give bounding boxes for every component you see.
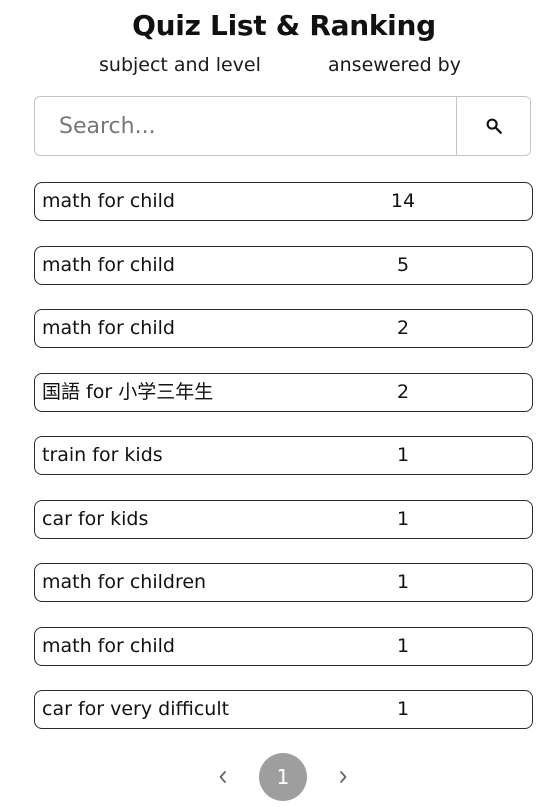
quiz-row[interactable]: math for child 1 <box>34 626 533 666</box>
quiz-subject: car for kids <box>42 507 149 530</box>
chevron-right-icon <box>340 771 347 783</box>
quiz-row[interactable]: car for very difficult 1 <box>34 690 533 729</box>
quiz-row[interactable]: math for child 5 <box>34 245 533 285</box>
search-button[interactable] <box>456 97 530 155</box>
quiz-answer-count: 1 <box>396 571 410 593</box>
quiz-subject: car for very difficult <box>42 698 230 720</box>
search-icon <box>486 118 502 134</box>
column-header-answered-by: ansewered by <box>328 54 461 76</box>
quiz-subject: math for child <box>42 634 175 657</box>
chevron-left-icon <box>219 771 226 783</box>
quiz-row[interactable]: car for kids 1 <box>34 499 533 539</box>
quiz-row[interactable]: math for child 14 <box>34 182 533 221</box>
quiz-answer-count: 1 <box>396 634 410 657</box>
search-input[interactable] <box>35 97 456 155</box>
quiz-answer-count: 1 <box>396 444 410 466</box>
quiz-subject: 国語 for 小学三年生 <box>42 380 214 403</box>
quiz-row[interactable]: math for child 2 <box>34 309 533 348</box>
previous-page-button[interactable] <box>208 752 238 802</box>
quiz-list: math for child 14 math for child 5 math … <box>34 182 533 754</box>
page-1-button[interactable]: 1 <box>259 753 307 801</box>
quiz-answer-count: 2 <box>396 380 410 403</box>
page-title: Quiz List & Ranking <box>132 9 436 42</box>
quiz-answer-count: 1 <box>396 698 410 720</box>
search-box <box>34 96 531 156</box>
quiz-answer-count: 14 <box>390 190 416 212</box>
pagination: 1 <box>0 752 548 802</box>
quiz-answer-count: 1 <box>396 507 410 530</box>
quiz-row[interactable]: train for kids 1 <box>34 436 533 475</box>
column-header-subject: subject and level <box>99 54 261 76</box>
quiz-subject: math for child <box>42 253 175 276</box>
quiz-subject: math for child <box>42 317 175 339</box>
quiz-answer-count: 5 <box>396 253 410 276</box>
quiz-row[interactable]: 国語 for 小学三年生 2 <box>34 372 533 412</box>
quiz-answer-count: 2 <box>396 317 410 339</box>
quiz-row[interactable]: math for children 1 <box>34 563 533 602</box>
quiz-subject: math for children <box>42 571 207 593</box>
next-page-button[interactable] <box>328 752 358 802</box>
quiz-subject: train for kids <box>42 444 163 466</box>
quiz-subject: math for child <box>42 190 175 212</box>
